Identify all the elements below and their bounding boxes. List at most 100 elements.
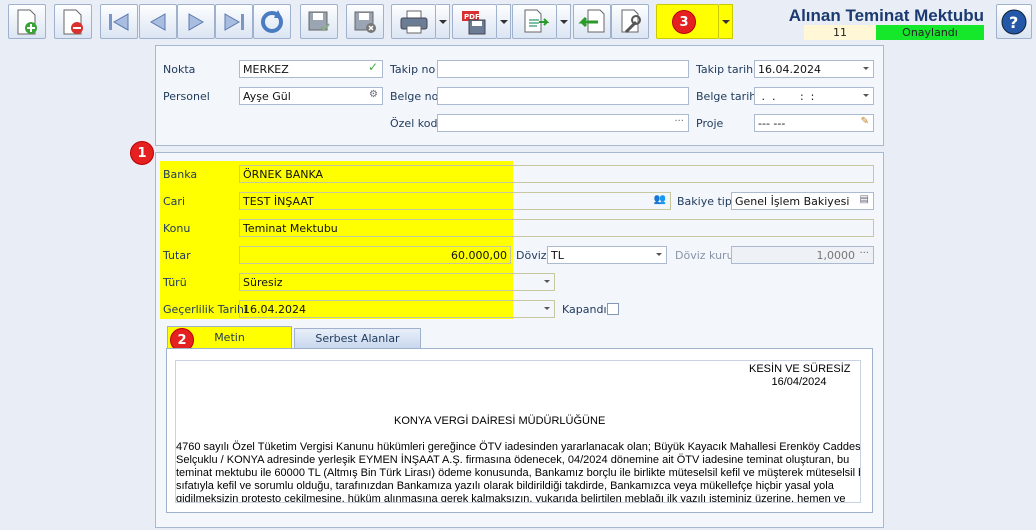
help-button[interactable]: ? — [996, 4, 1032, 39]
belge-no-field[interactable] — [437, 87, 689, 105]
letter-heading-right: KESİN VE SÜRESİZ 16/04/2024 — [749, 363, 851, 389]
check-icon: ✓ — [367, 60, 378, 74]
next-record-button[interactable] — [177, 4, 215, 39]
turu-select[interactable]: Süresiz — [239, 273, 555, 291]
konu-field[interactable]: Teminat Mektubu — [239, 219, 874, 237]
first-record-button[interactable] — [100, 4, 138, 39]
personel-label: Personel — [163, 90, 210, 103]
save-button[interactable] — [300, 4, 338, 39]
letter-addressee: KONYA VERGİ DAİRESİ MÜDÜRLÜĞÜNE — [394, 415, 606, 427]
ellipsis-icon[interactable]: ··· — [674, 115, 684, 128]
previous-record-button[interactable] — [139, 4, 177, 39]
kapandi-label: Kapandı — [562, 303, 607, 316]
takip-no-field[interactable] — [437, 60, 689, 78]
letter-line: 4760 sayılı Özel Tüketim Vergisi Kanunu … — [176, 441, 861, 453]
chevron-down-icon — [863, 94, 869, 97]
letter-line: teminat mektubu ile 60000 TL (Altmış Bin… — [176, 467, 861, 479]
nokta-label: Nokta — [163, 63, 196, 76]
print-icon — [400, 10, 427, 33]
ozel-kod-label: Özel kod — [390, 117, 438, 130]
proje-value: --- --- — [758, 117, 786, 130]
kapandi-checkbox[interactable] — [607, 303, 619, 315]
doviz-kuru-field[interactable]: 1,0000 ··· — [731, 246, 874, 264]
letter-type: KESİN VE SÜRESİZ — [749, 363, 851, 375]
takip-tarihi-label: Takip tarihi — [696, 63, 757, 76]
list-icon[interactable]: ▤ — [860, 193, 869, 206]
import-button[interactable] — [573, 4, 611, 39]
letter-body: 4760 sayılı Özel Tüketim Vergisi Kanunu … — [176, 441, 861, 503]
letter-line: Selçuklu / KONYA adresinde yerleşik EYME… — [176, 454, 850, 466]
new-button[interactable] — [8, 4, 46, 39]
doviz-kuru-value: 1,0000 — [816, 249, 856, 262]
personel-field[interactable]: Ayşe Gül ⚙ — [239, 87, 383, 105]
new-document-icon — [17, 9, 37, 34]
project-lookup-icon[interactable]: ✎ — [861, 115, 869, 128]
tab-serbest-alanlar[interactable]: Serbest Alanlar — [294, 328, 421, 348]
highlighted-toolbar-dropdown[interactable] — [719, 4, 733, 39]
letter-text-area[interactable]: KESİN VE SÜRESİZ 16/04/2024 KONYA VERGİ … — [175, 360, 861, 503]
doviz-field[interactable]: TL — [547, 246, 667, 264]
turu-value: Süresiz — [243, 276, 283, 289]
proje-field[interactable]: --- --- ✎ — [754, 114, 874, 132]
highlight-region — [160, 161, 513, 319]
letter-line: gidilmeksizin protesto çekilmesine, hükü… — [176, 493, 846, 503]
gecerlilik-value: 16.04.2024 — [243, 303, 306, 316]
nokta-field[interactable]: MERKEZ ✓ — [239, 60, 383, 78]
tutar-field[interactable]: 60.000,00 — [239, 246, 511, 264]
save-cancel-icon — [354, 11, 376, 33]
ozel-kod-field[interactable]: ··· — [437, 114, 689, 132]
chevron-down-icon — [544, 307, 550, 310]
belge-no-label: Belge no — [390, 90, 439, 103]
window-title: Alınan Teminat Mektubu — [788, 6, 984, 25]
delete-button[interactable] — [54, 4, 92, 39]
document-number: 11 — [804, 25, 876, 40]
print-button[interactable] — [391, 4, 436, 39]
bakiye-tipi-value: Genel İşlem Bakiyesi — [735, 195, 850, 208]
cari-field[interactable]: TEST İNŞAAT 👥 — [239, 192, 671, 210]
doviz-value: TL — [551, 249, 564, 262]
export-icon — [524, 9, 549, 32]
pdf-button[interactable]: PDF — [452, 4, 497, 39]
save-cancel-button[interactable] — [346, 4, 384, 39]
bakiye-tipi-label: Bakiye tipi — [677, 195, 735, 208]
nokta-value: MERKEZ — [243, 63, 289, 76]
belge-tarihi-field[interactable]: . . : : — [754, 87, 874, 105]
bakiye-tipi-field[interactable]: Genel İşlem Bakiyesi ▤ — [731, 192, 874, 210]
banka-field[interactable]: ÖRNEK BANKA — [239, 165, 874, 183]
print-dropdown[interactable] — [436, 4, 450, 39]
ellipsis-icon: ··· — [859, 248, 869, 259]
export-dropdown[interactable] — [557, 4, 571, 39]
gecerlilik-date-field[interactable]: 16.04.2024 — [239, 300, 555, 318]
pdf-dropdown[interactable] — [497, 4, 511, 39]
last-record-icon — [224, 12, 244, 31]
doviz-label: Döviz — [516, 249, 547, 262]
tutar-label: Tutar — [163, 249, 191, 262]
proje-label: Proje — [696, 117, 724, 130]
annotation-badge-1: 1 — [130, 141, 154, 165]
takip-tarihi-field[interactable]: 16.04.2024 — [754, 60, 874, 78]
refresh-icon — [261, 9, 283, 33]
users-lookup-icon[interactable]: 👥 — [654, 193, 666, 206]
gecerlilik-label: Geçerlilik Tarihi — [163, 303, 247, 316]
svg-text:?: ? — [1009, 13, 1018, 32]
help-icon: ? — [1001, 9, 1027, 34]
doviz-kuru-label: Döviz kuru — [675, 249, 734, 262]
chevron-down-icon — [544, 280, 550, 283]
tools-icon — [621, 9, 641, 33]
cari-value: TEST İNŞAAT — [243, 195, 314, 208]
save-icon — [308, 11, 330, 31]
letter-line: sıfatıyla kefil ve sorumlu olduğu, taraf… — [176, 480, 834, 492]
tools-button[interactable] — [611, 4, 649, 39]
cari-label: Cari — [163, 195, 185, 208]
refresh-button[interactable] — [253, 4, 291, 39]
user-lookup-icon[interactable]: ⚙ — [369, 88, 378, 101]
belge-tarihi-value: . . : : — [758, 90, 815, 103]
pdf-save-icon: PDF — [461, 10, 485, 34]
last-record-button[interactable] — [215, 4, 253, 39]
konu-label: Konu — [163, 222, 191, 235]
letter-date: 16/04/2024 — [771, 376, 827, 388]
delete-document-icon — [63, 9, 83, 34]
personel-value: Ayşe Gül — [243, 90, 291, 103]
export-button[interactable] — [512, 4, 557, 39]
status-badge: Onaylandı — [876, 25, 984, 40]
